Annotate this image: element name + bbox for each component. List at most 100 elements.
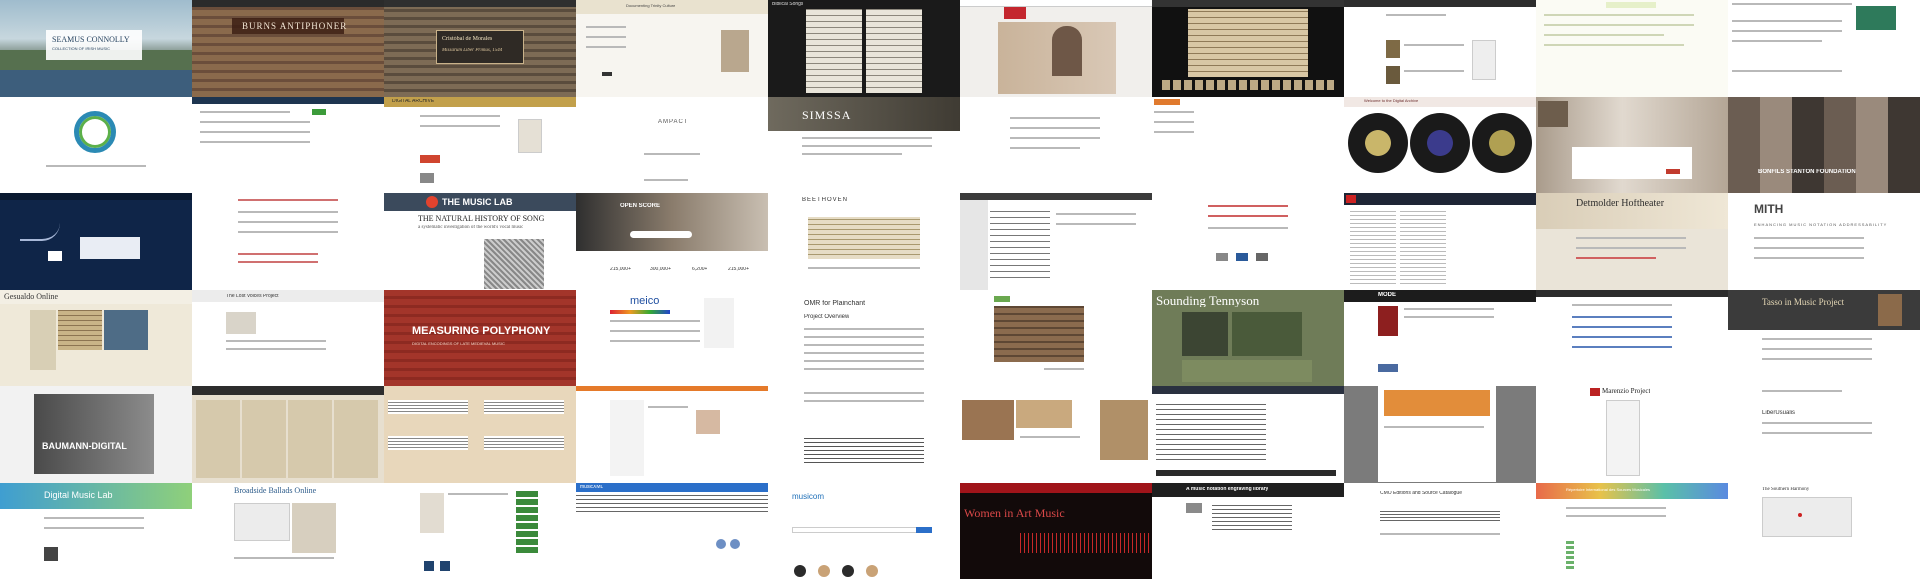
tile-score-grid[interactable] <box>192 386 384 483</box>
text-line <box>1754 237 1864 239</box>
tile-women-composers[interactable]: BONFILS STANTON FOUNDATION <box>1728 96 1920 193</box>
text-line <box>226 347 326 350</box>
tile-beethoven[interactable]: BEETHOVEN <box>768 193 960 290</box>
search-input[interactable] <box>792 526 932 533</box>
tile-measuring-polyphony[interactable]: MEASURING POLYPHONY DIGITAL ENCODINGS OF… <box>384 289 576 386</box>
tile-musicom[interactable]: musicom <box>768 482 960 579</box>
tile-annotated-text[interactable] <box>1536 0 1728 97</box>
sidebar-panel <box>1472 40 1496 80</box>
tile-mith[interactable]: MITH ENHANCING MUSIC NOTATION ADDRESSABI… <box>1728 193 1920 290</box>
tile-musicxml[interactable]: musicXML <box>576 482 768 579</box>
tile-seamus-connolly[interactable]: SEAMUS CONNOLLY COLLECTION OF IRISH MUSI… <box>0 0 192 97</box>
tile-project-cards[interactable] <box>1152 96 1344 193</box>
tile-blue-links-list[interactable] <box>1536 289 1728 386</box>
toolbar[interactable] <box>1156 470 1336 476</box>
tile-mode[interactable]: MODE <box>1344 289 1536 386</box>
top-nav <box>1536 289 1728 297</box>
tile-green-sidebar-2[interactable] <box>384 482 576 579</box>
text-line <box>238 253 318 255</box>
tile-disc-labels[interactable]: Welcome to the Digital Archive <box>1344 96 1536 193</box>
tile-orange-browser[interactable] <box>576 386 768 483</box>
text-line <box>46 164 146 167</box>
text-line <box>610 339 700 342</box>
tile-biblical-songs[interactable]: Biblical Songs <box>768 0 960 97</box>
tile-cantus-manuscript[interactable] <box>960 289 1152 386</box>
tile-title: SEAMUS CONNOLLY <box>52 36 130 44</box>
book-cover <box>1386 40 1400 58</box>
cta-button[interactable] <box>630 231 692 238</box>
tile-omr-plainchant[interactable]: OMR for Plainchant Project Overview <box>768 289 960 386</box>
tile-tasso[interactable]: Tasso in Music Project <box>1728 289 1920 386</box>
tile-morales[interactable]: Cristóbal de Morales Missarum Liber Prim… <box>384 0 576 97</box>
tile-manuscript-viewer[interactable] <box>1152 0 1344 97</box>
tile-meico[interactable]: meico <box>576 289 768 386</box>
tile-engraving-library[interactable]: A music notation engraving library <box>1152 482 1344 579</box>
text-line <box>44 526 144 529</box>
tile-baumann[interactable]: BAUMANN-DIGITAL <box>0 386 192 483</box>
tile-open-score[interactable]: OPEN SCORE 215,000+ 300,000+ 6,200+ 215,… <box>576 193 768 290</box>
text-line <box>804 335 924 338</box>
text-line <box>1386 14 1446 16</box>
tile-digital-archive[interactable]: DIGITAL ARCHIVE <box>384 96 576 193</box>
score-image <box>1156 404 1266 464</box>
tile-rism[interactable]: Répertoire International des Sources Mus… <box>1536 482 1728 579</box>
tile-cmo-editions[interactable]: CMO Editions and Source Catalogue <box>1344 482 1536 579</box>
tile-subtitle: COLLECTION OF IRISH MUSIC <box>52 47 111 51</box>
score-thumbnails <box>196 400 380 478</box>
tile-women-in-art-music[interactable]: Women in Art Music <box>960 482 1152 579</box>
tile-omr-continued[interactable] <box>768 386 960 483</box>
tile-text-page[interactable] <box>960 96 1152 193</box>
tile-manuscript-gallery[interactable] <box>960 386 1152 483</box>
hero-image <box>576 193 768 251</box>
text-line <box>448 492 508 495</box>
tile-notation-editor[interactable] <box>1152 386 1344 483</box>
tile-score-excerpts[interactable] <box>384 386 576 483</box>
top-nav <box>192 0 384 7</box>
tile-navy-signature[interactable] <box>0 193 192 290</box>
text-line <box>238 221 338 223</box>
portrait-image <box>1052 26 1082 76</box>
tile-red-grey[interactable] <box>1344 386 1536 483</box>
hero-banner <box>768 96 960 131</box>
tile-digital-lyric[interactable] <box>1536 96 1728 193</box>
tile-lost-voices[interactable]: The Lost Voices Project <box>192 289 384 386</box>
search-button[interactable] <box>916 526 932 533</box>
text-line <box>200 140 310 143</box>
tile-music-lab[interactable]: THE MUSIC LAB THE NATURAL HISTORY OF SON… <box>384 193 576 290</box>
tile-borrowing-catalog[interactable] <box>1344 0 1536 97</box>
tile-simssa[interactable]: SIMSSA <box>768 96 960 193</box>
tile-subtitle: Missarum Liber Primus, 1544 <box>442 48 503 53</box>
text-line <box>1572 315 1672 318</box>
manuscript-spread <box>1188 9 1308 77</box>
tile-dark-red-book[interactable] <box>1344 193 1536 290</box>
top-nav <box>192 96 384 104</box>
tile-blue-list[interactable] <box>192 96 384 193</box>
tile-title: Répertoire International des Sources Mus… <box>1566 487 1651 492</box>
tile-ring-logo[interactable] <box>0 96 192 193</box>
tile-title: meico <box>630 295 660 307</box>
search-button[interactable] <box>1666 168 1680 174</box>
tile-red-links[interactable] <box>192 193 384 290</box>
text-line <box>1572 303 1672 306</box>
tile-detmold[interactable]: Detmolder Hoftheater <box>1536 193 1728 290</box>
tile-southern-harmony[interactable]: The Southern Harmony <box>1728 482 1920 579</box>
tile-liber-usualis[interactable]: LiberUsualis <box>1728 386 1920 483</box>
tile-green-sidebar[interactable] <box>1728 0 1920 97</box>
tile-gesualdo[interactable]: Gesualdo Online <box>0 289 192 386</box>
green-button[interactable] <box>312 108 326 115</box>
tile-digital-music-lab[interactable]: Digital Music Lab <box>0 482 192 579</box>
tile-marenzio[interactable]: Marenzio Project <box>1536 386 1728 483</box>
tile-broadside-ballads[interactable]: Broadside Ballads Online <box>192 482 384 579</box>
tile-trinity-culture[interactable]: Documenting Trinity Culture <box>576 0 768 97</box>
tile-centered-red[interactable] <box>1152 193 1344 290</box>
sidebar-panel <box>1606 400 1640 476</box>
text-line <box>1762 337 1872 340</box>
tile-music-archive-red[interactable] <box>960 0 1152 97</box>
submit-button[interactable] <box>602 72 612 76</box>
tile-ampact[interactable]: AMPACT <box>576 96 768 193</box>
tile-burns-antiphoner[interactable]: BURNS ANTIPHONER <box>192 0 384 97</box>
tile-title: Marenzio Project <box>1602 388 1651 395</box>
top-nav <box>1152 0 1344 7</box>
tile-sounding-tennyson[interactable]: Sounding Tennyson <box>1152 289 1344 386</box>
tile-score-browser[interactable] <box>960 193 1152 290</box>
